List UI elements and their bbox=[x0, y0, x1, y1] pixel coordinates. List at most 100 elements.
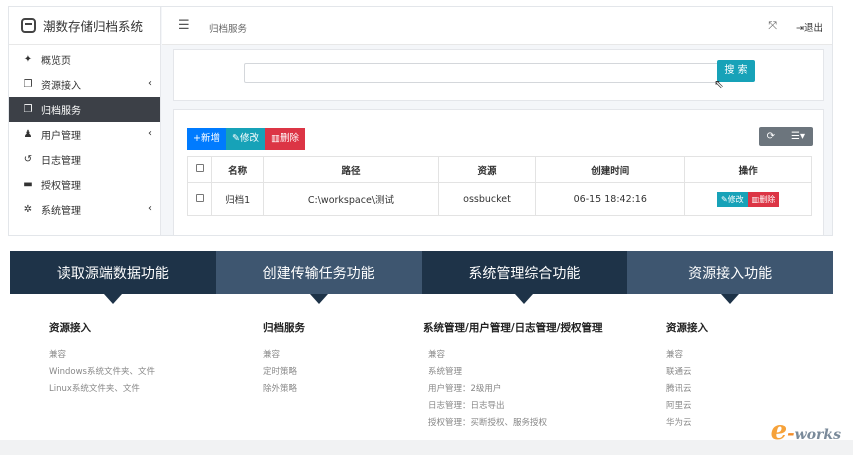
sidebar-item[interactable]: ✲ 系统管理 ‹ bbox=[9, 197, 160, 222]
pencil-icon: ✎ bbox=[720, 194, 728, 204]
column-item: 日志管理：日志导出 bbox=[428, 401, 505, 411]
archive-table: 名称 路径 资源 创建时间 操作 归档1 C:\workspace\测试 oss… bbox=[187, 156, 812, 216]
banner-segment-system-mgmt: 系统管理综合功能 bbox=[421, 251, 628, 304]
column-item: 定时策略 bbox=[263, 367, 298, 377]
column-title: 系统管理/用户管理/日志管理/授权管理 bbox=[423, 322, 603, 334]
column-item: 系统管理 bbox=[428, 367, 463, 377]
sidebar-item[interactable]: ♟ 用户管理 ‹ bbox=[9, 122, 160, 147]
sidebar-item[interactable]: ❐ 归档服务 bbox=[9, 97, 160, 122]
page: 潮数存储归档系统 ✦ 概览页 ❐ 资源接入 ‹ ❐ 归档服务 ♟ 用户管理 ‹ ↺ 日志管理 ▬ 授权管理… bbox=[0, 0, 853, 455]
fullscreen-icon[interactable]: ⤧ bbox=[768, 19, 777, 33]
sidebar-item-label: 概览页 bbox=[41, 56, 71, 67]
column-item: 授权管理：买断授权、服务授权 bbox=[428, 418, 548, 428]
pencil-icon: ✎ bbox=[231, 133, 240, 144]
sidebar-item[interactable]: ↺ 日志管理 bbox=[9, 147, 160, 172]
gear-icon: ✲ bbox=[23, 204, 33, 215]
feature-column-2: 归档服务 兼容 定时策略 除外策略 bbox=[263, 320, 305, 398]
column-header: 操作 bbox=[684, 156, 812, 183]
table-tools: ⟳ ☰▾ bbox=[758, 127, 813, 146]
column-item: Linux系统文件夹、文件 bbox=[49, 384, 140, 394]
menu-toggle-icon[interactable]: ☰ bbox=[178, 18, 190, 33]
sidebar-item-label: 授权管理 bbox=[41, 181, 81, 192]
sidebar-item-label: 日志管理 bbox=[41, 156, 81, 167]
search-input[interactable] bbox=[244, 63, 720, 83]
search-panel: 搜 索 bbox=[173, 49, 824, 101]
cell-path: C:\workspace\测试 bbox=[263, 182, 439, 216]
cell-name: 归档1 bbox=[210, 182, 265, 216]
banner-label: 系统管理综合功能 bbox=[468, 265, 581, 282]
sidebar-item[interactable]: ✦ 概览页 bbox=[9, 47, 160, 72]
table-header-row: 名称 路径 资源 创建时间 操作 bbox=[187, 156, 812, 183]
column-header[interactable]: 资源 bbox=[437, 156, 537, 183]
footer-strip bbox=[0, 440, 853, 455]
sidebar-item-label: 归档服务 bbox=[41, 106, 81, 117]
briefcase-icon: ▬ bbox=[23, 179, 33, 190]
column-item: Windows系统文件夹、文件 bbox=[49, 367, 155, 377]
columns-menu-icon[interactable]: ☰▾ bbox=[783, 127, 813, 146]
e-works-watermark-logo: e-works bbox=[770, 416, 841, 446]
sidebar-item-label: 资源接入 bbox=[41, 81, 81, 92]
home-icon: ✦ bbox=[23, 54, 33, 65]
sidebar-item[interactable]: ❐ 资源接入 ‹ bbox=[9, 72, 160, 97]
sidebar-item-label: 系统管理 bbox=[41, 206, 81, 217]
sidebar: 潮数存储归档系统 ✦ 概览页 ❐ 资源接入 ‹ ❐ 归档服务 ♟ 用户管理 ‹ ↺ 日志管理 ▬ 授权管理… bbox=[9, 7, 161, 235]
column-header[interactable]: 创建时间 bbox=[535, 156, 686, 183]
row-delete-label: 删除 bbox=[759, 194, 776, 204]
row-delete-button[interactable]: ▥删除 bbox=[747, 191, 780, 207]
column-header[interactable]: 路径 bbox=[263, 156, 439, 183]
banner-label: 资源接入功能 bbox=[688, 265, 773, 282]
column-item: 华为云 bbox=[666, 418, 692, 428]
chevron-left-icon: ‹ bbox=[148, 78, 152, 89]
delete-button[interactable]: ▥删除 bbox=[264, 128, 305, 150]
trash-icon: ▥ bbox=[270, 133, 280, 144]
refresh-icon[interactable]: ⟳ bbox=[759, 127, 783, 146]
users-icon: ♟ bbox=[23, 129, 33, 140]
column-item: 腾讯云 bbox=[666, 384, 692, 394]
feature-banner: 读取源端数据功能 创建传输任务功能 系统管理综合功能 资源接入功能 bbox=[10, 251, 833, 304]
row-edit-button[interactable]: ✎修改 bbox=[716, 191, 748, 207]
chevron-left-icon: ‹ bbox=[148, 128, 152, 139]
row-checkbox[interactable] bbox=[195, 193, 204, 202]
table-panel: +新增 ✎修改 ▥删除 ⟳ ☰▾ 名称 路径 资源 创建时间 操作 归档1 C:… bbox=[173, 109, 824, 235]
pointer-arrow-icon bbox=[103, 294, 122, 304]
cell-actions: ✎修改 ▥删除 bbox=[684, 182, 812, 216]
table-row[interactable]: 归档1 C:\workspace\测试 ossbucket 06-15 18:4… bbox=[187, 182, 812, 216]
brand-logo-icon bbox=[21, 18, 36, 33]
history-icon: ↺ bbox=[23, 154, 33, 165]
column-item: 兼容 bbox=[263, 350, 281, 360]
banner-label: 创建传输任务功能 bbox=[262, 265, 375, 282]
column-title: 归档服务 bbox=[263, 322, 305, 334]
pointer-arrow-icon bbox=[309, 294, 328, 304]
plus-icon: + bbox=[193, 133, 201, 144]
logout-icon: ⇥ bbox=[796, 23, 804, 34]
column-item: 兼容 bbox=[49, 350, 67, 360]
logout-label: 退出 bbox=[803, 23, 823, 34]
sidebar-item-label: 用户管理 bbox=[41, 131, 81, 142]
chevron-left-icon: ‹ bbox=[148, 203, 152, 214]
copy-icon: ❐ bbox=[23, 104, 33, 115]
copy-icon: ❐ bbox=[23, 79, 33, 90]
top-bar: ☰ 归档服务 ⤧ ⇥退出 bbox=[162, 7, 832, 45]
brand-name: 潮数存储归档系统 bbox=[43, 19, 144, 34]
sidebar-item[interactable]: ▬ 授权管理 bbox=[9, 172, 160, 197]
row-select-cell bbox=[187, 182, 212, 216]
mouse-cursor-icon: ⇖ bbox=[714, 77, 725, 91]
column-title: 资源接入 bbox=[666, 322, 708, 334]
edit-button[interactable]: ✎修改 bbox=[225, 128, 265, 150]
pointer-arrow-icon bbox=[721, 294, 740, 304]
column-header[interactable]: 名称 bbox=[210, 156, 265, 183]
column-item: 兼容 bbox=[666, 350, 684, 360]
cell-created: 06-15 18:42:16 bbox=[535, 182, 686, 216]
column-item: 用户管理：2级用户 bbox=[428, 384, 502, 394]
column-item: 兼容 bbox=[428, 350, 446, 360]
column-item: 除外策略 bbox=[263, 384, 298, 394]
banner-segment-read-source: 读取源端数据功能 bbox=[10, 251, 216, 304]
table-toolbar: +新增 ✎修改 ▥删除 bbox=[187, 128, 305, 150]
select-all-checkbox[interactable] bbox=[195, 164, 204, 172]
row-edit-label: 修改 bbox=[727, 194, 744, 204]
add-button[interactable]: +新增 bbox=[187, 128, 226, 150]
banner-segment-resource-access: 资源接入功能 bbox=[627, 251, 833, 304]
edit-label: 修改 bbox=[239, 133, 259, 144]
feature-column-3: 系统管理/用户管理/日志管理/授权管理 兼容 系统管理 用户管理：2级用户 日志… bbox=[423, 320, 603, 432]
logout-button[interactable]: ⇥退出 bbox=[796, 20, 823, 34]
